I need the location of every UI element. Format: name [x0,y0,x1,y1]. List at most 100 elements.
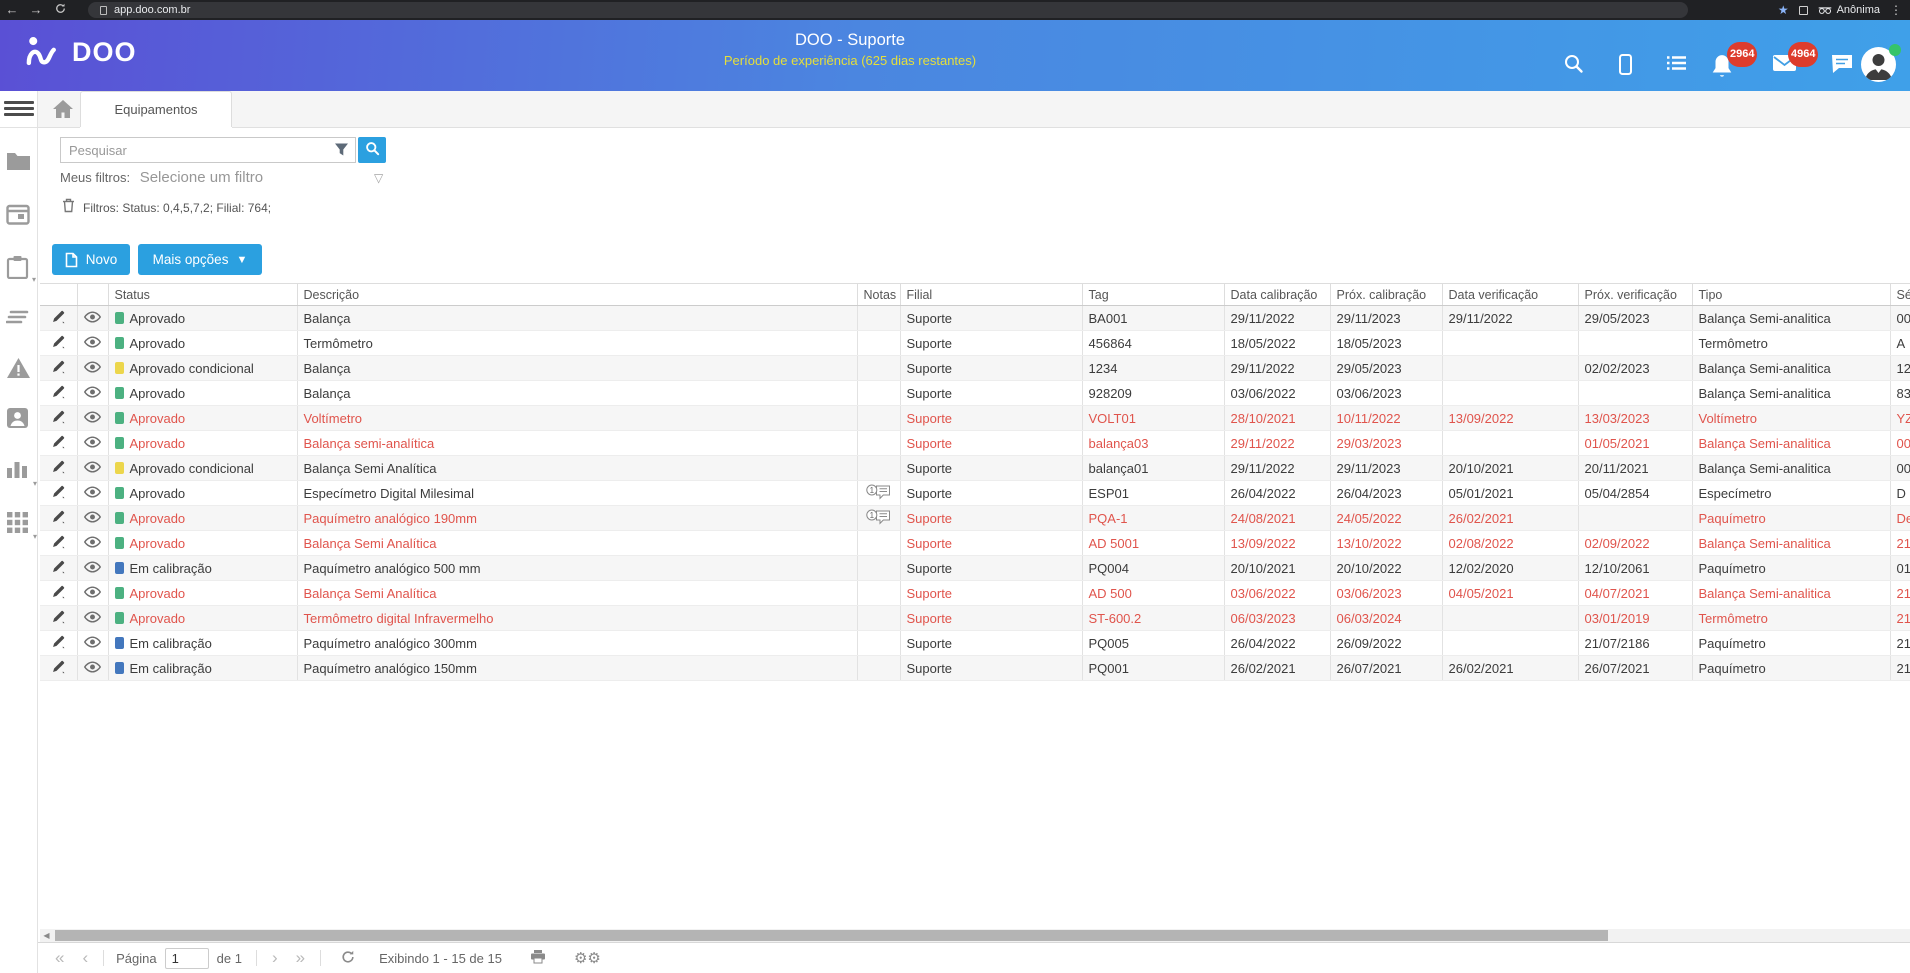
view-eye-icon[interactable] [77,306,108,331]
table-row[interactable]: AprovadoBalançaSuporteBA00129/11/202229/… [40,306,1910,331]
table-row[interactable]: Em calibraçãoPaquímetro analógico 150mmS… [40,656,1910,681]
bookmark-star-icon[interactable]: ★ [1778,3,1789,17]
edit-pencil-icon[interactable] [40,506,77,531]
chat-icon[interactable] [1830,53,1854,77]
browser-menu-icon[interactable]: ⋮ [1890,3,1902,17]
view-eye-icon[interactable] [77,606,108,631]
edit-pencil-icon[interactable] [40,481,77,506]
column-header-tipo[interactable]: Tipo [1692,284,1890,306]
scroll-left-arrow[interactable]: ◀ [40,929,53,942]
edit-pencil-icon[interactable] [40,331,77,356]
list-icon[interactable] [1665,53,1689,77]
view-eye-icon[interactable] [77,356,108,381]
column-header-filial[interactable]: Filial [900,284,1082,306]
last-page-button[interactable]: » [287,948,314,968]
search-icon[interactable] [1563,53,1587,77]
table-row[interactable]: AprovadoBalança Semi AnalíticaSuporteAD … [40,531,1910,556]
prev-page-button[interactable]: ‹ [73,948,97,968]
page-number-input[interactable] [165,948,209,969]
tab-equipamentos[interactable]: Equipamentos [80,91,232,128]
table-row[interactable]: Aprovado condicionalBalança Semi Analíti… [40,456,1910,481]
sidebar-item-folders[interactable] [6,151,32,177]
table-row[interactable]: AprovadoBalança Semi AnalíticaSuporteAD … [40,581,1910,606]
edit-pencil-icon[interactable] [40,556,77,581]
table-row[interactable]: AprovadoTermômetro digital Infravermelho… [40,606,1910,631]
column-header-descri-o[interactable]: Descrição [297,284,857,306]
edit-pencil-icon[interactable] [40,631,77,656]
print-icon[interactable] [530,949,546,967]
view-eye-icon[interactable] [77,506,108,531]
app-logo[interactable]: DOO [26,36,137,68]
table-row[interactable]: AprovadoBalançaSuporte92820903/06/202203… [40,381,1910,406]
edit-pencil-icon[interactable] [40,381,77,406]
sidebar-item-calendar[interactable] [6,203,32,229]
view-eye-icon[interactable] [77,456,108,481]
address-bar[interactable]: app.doo.com.br [88,2,1688,18]
table-row[interactable]: AprovadoVoltímetroSuporteVOLT0128/10/202… [40,406,1910,431]
view-eye-icon[interactable] [77,381,108,406]
view-eye-icon[interactable] [77,656,108,681]
table-row[interactable]: Em calibraçãoPaquímetro analógico 500 mm… [40,556,1910,581]
table-row[interactable]: AprovadoBalança semi-analíticaSuportebal… [40,431,1910,456]
column-header-data-calibra-o[interactable]: Data calibração [1224,284,1330,306]
notes-bubble-icon[interactable]: 1 [857,481,900,506]
filter-funnel-icon[interactable] [334,142,349,162]
view-eye-icon[interactable] [77,556,108,581]
sidebar-item-contacts[interactable] [6,407,32,433]
search-button[interactable] [358,137,386,163]
edit-pencil-icon[interactable] [40,531,77,556]
browser-forward-icon[interactable]: → [24,0,48,20]
view-eye-icon[interactable] [77,406,108,431]
notes-bubble-icon[interactable]: 1 [857,506,900,531]
edit-pencil-icon[interactable] [40,431,77,456]
column-header-pr-x-verifica-o[interactable]: Próx. verificação [1578,284,1692,306]
view-eye-icon[interactable] [77,481,108,506]
edit-pencil-icon[interactable] [40,406,77,431]
column-header-notas[interactable]: Notas [857,284,900,306]
view-eye-icon[interactable] [77,331,108,356]
mobile-icon[interactable] [1614,53,1638,77]
table-row[interactable]: Em calibraçãoPaquímetro analógico 300mmS… [40,631,1910,656]
column-header-data-verifica-o[interactable]: Data verificação [1442,284,1578,306]
settings-gears-icon[interactable]: ⚙⚙ [574,949,601,967]
column-header-s-[interactable]: Sé [1890,284,1910,306]
new-button[interactable]: Novo [52,244,130,275]
column-header-status[interactable]: Status [108,284,297,306]
refresh-icon[interactable] [341,950,355,967]
site-info-icon[interactable] [100,6,107,15]
sidebar-item-clipboard[interactable]: ▾ [6,255,32,281]
clear-filters-trash-icon[interactable] [62,198,75,218]
edit-pencil-icon[interactable] [40,456,77,481]
my-filters-row[interactable]: Meus filtros: Selecione um filtro [60,169,263,186]
view-eye-icon[interactable] [77,581,108,606]
browser-reload-icon[interactable] [48,0,72,20]
column-header-tag[interactable]: Tag [1082,284,1224,306]
first-page-button[interactable]: « [46,948,73,968]
filters-chevron-down-icon[interactable]: ▽ [374,171,383,185]
edit-pencil-icon[interactable] [40,306,77,331]
sidebar-item-lists[interactable] [6,309,32,335]
more-options-button[interactable]: Mais opções ▼ [138,244,262,275]
browser-action-icon[interactable] [1799,6,1808,15]
column-header-empty[interactable] [77,284,108,306]
column-header-empty[interactable] [40,284,77,306]
column-header-pr-x-calibra-o[interactable]: Próx. calibração [1330,284,1442,306]
next-page-button[interactable]: › [263,948,287,968]
hamburger-menu-icon[interactable] [4,98,34,121]
edit-pencil-icon[interactable] [40,356,77,381]
sidebar-item-reports[interactable]: ▾ [6,459,32,485]
edit-pencil-icon[interactable] [40,606,77,631]
view-eye-icon[interactable] [77,631,108,656]
table-row[interactable]: AprovadoTermômetroSuporte45686418/05/202… [40,331,1910,356]
table-row[interactable]: Aprovado condicionalBalançaSuporte123429… [40,356,1910,381]
sidebar-item-apps[interactable]: ▾ [6,511,32,537]
edit-pencil-icon[interactable] [40,656,77,681]
scrollbar-thumb[interactable] [55,930,1608,941]
horizontal-scrollbar[interactable]: ◀ [40,929,1910,942]
table-row[interactable]: AprovadoPaquímetro analógico 190mm1Supor… [40,506,1910,531]
table-row[interactable]: AprovadoEspecímetro Digital Milesimal1Su… [40,481,1910,506]
edit-pencil-icon[interactable] [40,581,77,606]
view-eye-icon[interactable] [77,531,108,556]
browser-back-icon[interactable]: ← [0,0,24,20]
incognito-chip[interactable]: Anônima [1818,4,1880,16]
